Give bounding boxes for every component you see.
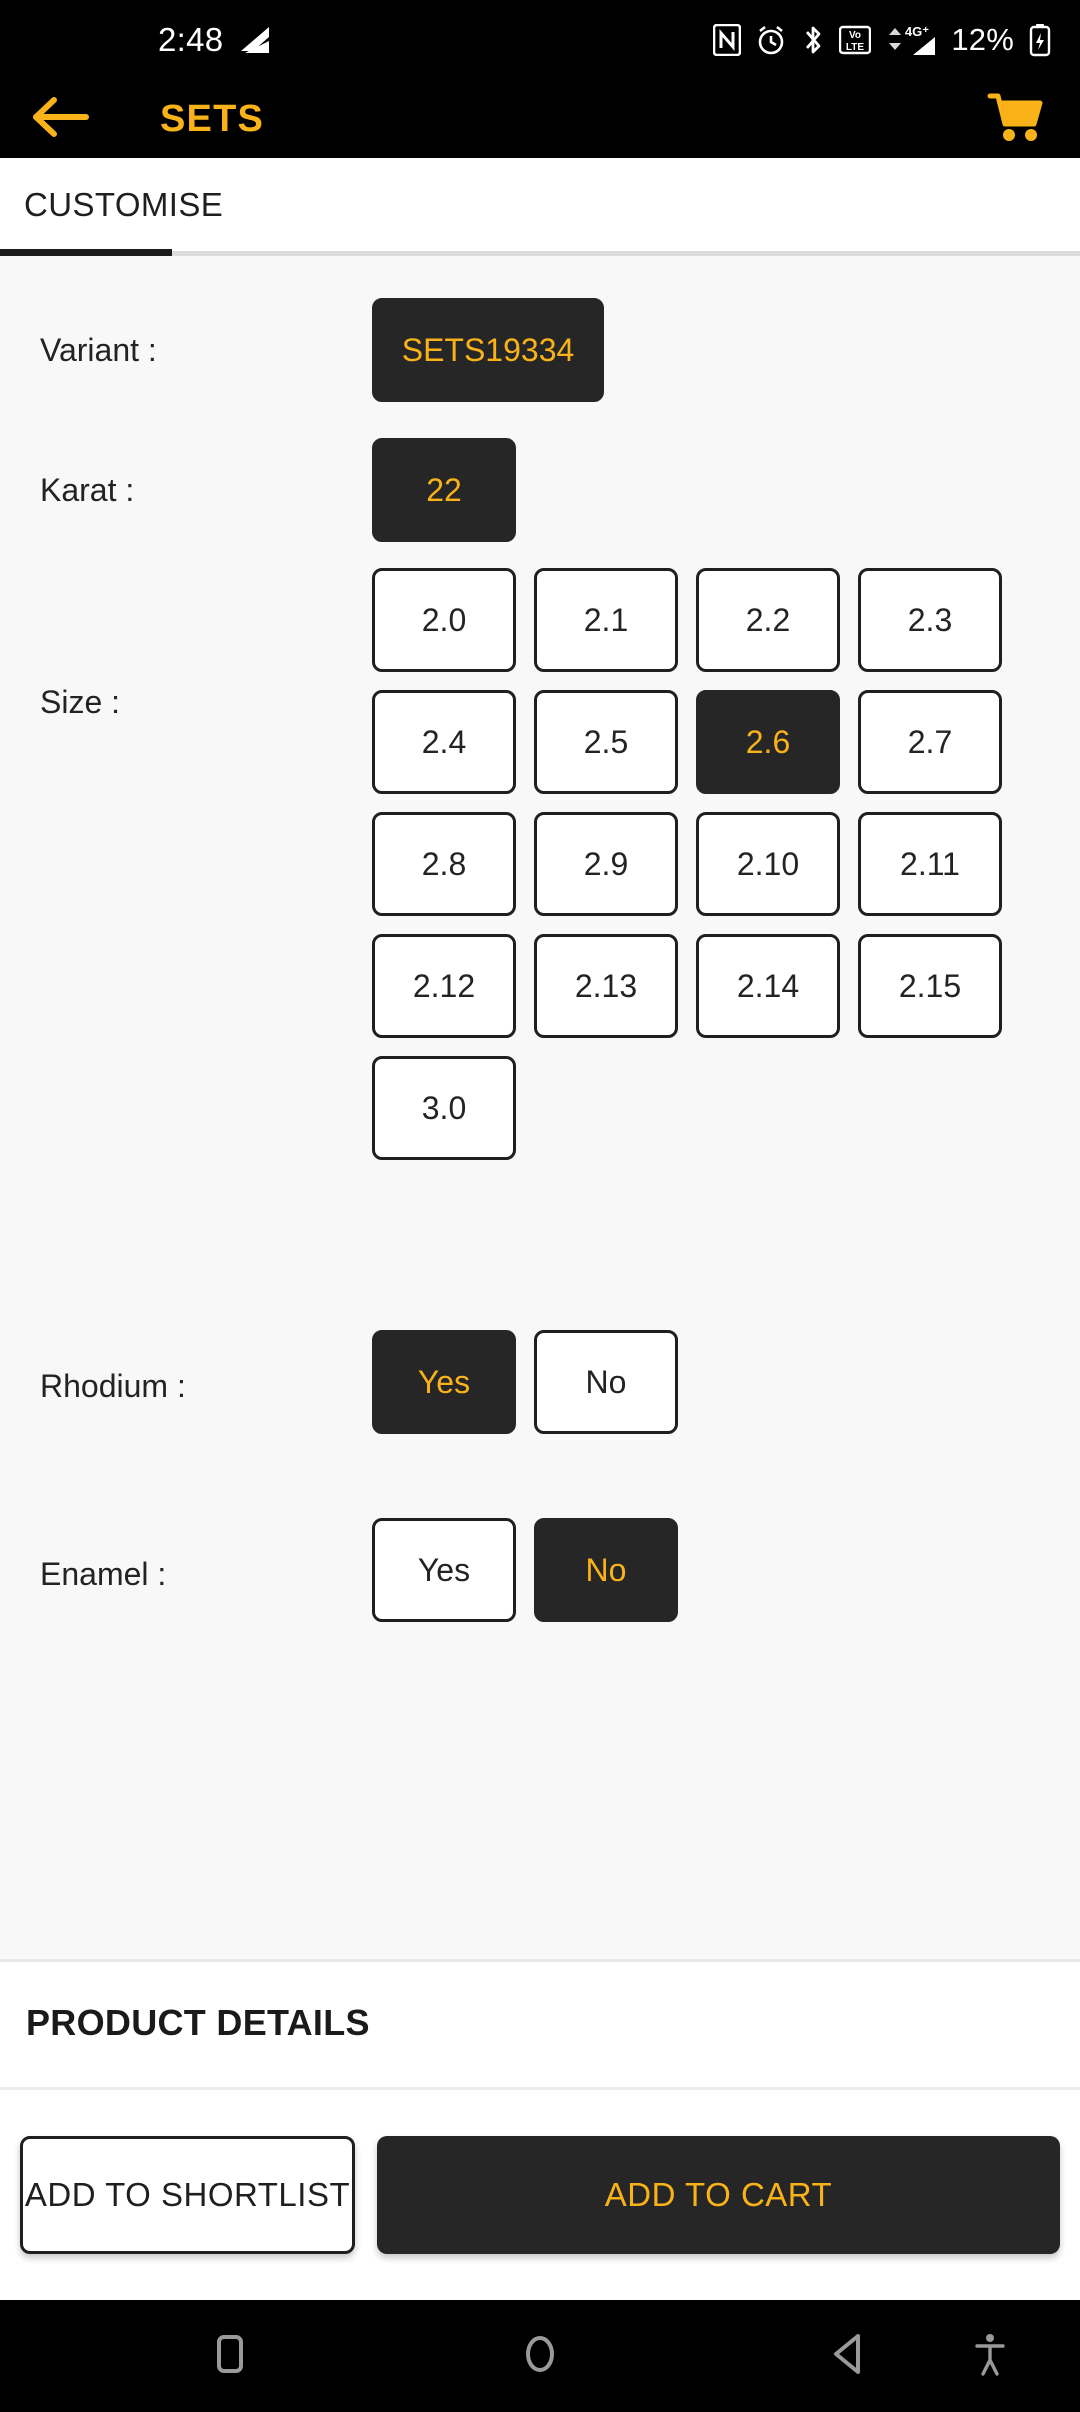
option-values-size: 2.0 2.1 2.2 2.3 2.4 2.5 2.6 2.7 2.8 2.9 …	[372, 568, 1048, 1160]
option-row-variant: Variant : SETS19334	[0, 286, 1080, 426]
system-navigation-bar	[0, 2300, 1080, 2412]
enamel-chip-no[interactable]: No	[534, 1518, 678, 1622]
alarm-icon	[755, 24, 787, 56]
size-chip[interactable]: 2.5	[534, 690, 678, 794]
add-to-shortlist-button[interactable]: ADD TO SHORTLIST	[20, 2136, 355, 2254]
option-label-variant: Variant :	[40, 332, 157, 368]
option-label-rhodium: Rhodium :	[40, 1368, 186, 1404]
size-chip-selected[interactable]: 2.6	[696, 690, 840, 794]
circle-home-icon	[520, 2334, 560, 2379]
option-values-variant: SETS19334	[372, 298, 1060, 402]
variant-chip[interactable]: SETS19334	[372, 298, 604, 402]
square-recents-icon	[210, 2334, 250, 2379]
app-bar: SETS	[0, 80, 1080, 158]
tab-customise[interactable]: CUSTOMISE	[24, 186, 223, 224]
status-bar-clock: 2:48	[158, 21, 224, 58]
add-to-cart-button[interactable]: ADD TO CART	[377, 2136, 1060, 2254]
product-details-section[interactable]: PRODUCT DETAILS	[0, 1962, 1080, 2090]
option-label-enamel: Enamel :	[40, 1556, 167, 1592]
size-chip[interactable]: 2.7	[858, 690, 1002, 794]
size-chip[interactable]: 2.10	[696, 812, 840, 916]
size-chip[interactable]: 2.14	[696, 934, 840, 1038]
customise-options-scroll[interactable]: Variant : SETS19334 Karat : 22 Size : 2.…	[0, 256, 1080, 1962]
size-chip[interactable]: 2.8	[372, 812, 516, 916]
tab-bar: CUSTOMISE	[0, 158, 1080, 256]
option-values-karat: 22	[372, 438, 1060, 542]
rhodium-chip-no[interactable]: No	[534, 1330, 678, 1434]
enamel-chip-yes[interactable]: Yes	[372, 1518, 516, 1622]
size-chip[interactable]: 2.12	[372, 934, 516, 1038]
option-values-enamel: Yes No	[372, 1518, 1060, 1622]
back-nav-button[interactable]	[790, 2300, 910, 2412]
status-bar-right: Vo LTE 4G⁺ 12%	[713, 22, 1052, 58]
option-label-karat: Karat :	[40, 472, 135, 508]
nfc-icon	[713, 24, 742, 56]
option-row-enamel: Enamel : Yes No	[0, 1496, 1080, 1656]
option-values-rhodium: Yes No	[372, 1330, 1060, 1434]
bottom-action-bar: ADD TO SHORTLIST ADD TO CART	[0, 2090, 1080, 2300]
page-title: SETS	[160, 97, 265, 140]
svg-text:4G⁺: 4G⁺	[905, 24, 929, 39]
bluetooth-icon	[801, 24, 825, 56]
karat-chip[interactable]: 22	[372, 438, 516, 542]
size-chip[interactable]: 2.0	[372, 568, 516, 672]
volte-icon: Vo LTE	[839, 24, 872, 56]
size-chip[interactable]: 2.13	[534, 934, 678, 1038]
recents-button[interactable]	[170, 2300, 290, 2412]
network-4g-plus-icon: 4G⁺	[885, 23, 937, 57]
size-chip[interactable]: 2.9	[534, 812, 678, 916]
cart-button[interactable]	[980, 83, 1052, 155]
rhodium-chip-yes[interactable]: Yes	[372, 1330, 516, 1434]
size-chip[interactable]: 2.11	[858, 812, 1002, 916]
accessibility-icon	[973, 2332, 1007, 2381]
svg-text:LTE: LTE	[846, 42, 864, 53]
signal-wave-icon	[239, 25, 271, 55]
size-chip[interactable]: 2.3	[858, 568, 1002, 672]
svg-text:Vo: Vo	[849, 30, 861, 41]
size-chip[interactable]: 2.4	[372, 690, 516, 794]
product-details-title: PRODUCT DETAILS	[26, 2002, 370, 2043]
option-label-size: Size :	[40, 684, 121, 720]
status-bar-left: 2:48	[158, 21, 271, 59]
back-button[interactable]	[26, 84, 96, 154]
size-chip[interactable]: 3.0	[372, 1056, 516, 1160]
battery-charging-icon	[1028, 23, 1052, 57]
size-chip[interactable]: 2.2	[696, 568, 840, 672]
home-button[interactable]	[480, 2300, 600, 2412]
arrow-left-icon	[32, 95, 90, 144]
accessibility-button[interactable]	[945, 2300, 1035, 2412]
shopping-cart-icon	[987, 91, 1045, 148]
option-row-size: Size : 2.0 2.1 2.2 2.3 2.4 2.5 2.6 2.7 2…	[0, 568, 1080, 1160]
battery-percent-label: 12%	[951, 22, 1014, 57]
option-row-rhodium: Rhodium : Yes No	[0, 1308, 1080, 1468]
size-chip[interactable]: 2.1	[534, 568, 678, 672]
triangle-back-icon	[830, 2332, 870, 2381]
status-bar: 2:48 Vo LTE 4G⁺ 12%	[0, 0, 1080, 80]
option-row-karat: Karat : 22	[0, 426, 1080, 566]
size-chip[interactable]: 2.15	[858, 934, 1002, 1038]
tab-active-indicator	[0, 249, 172, 256]
